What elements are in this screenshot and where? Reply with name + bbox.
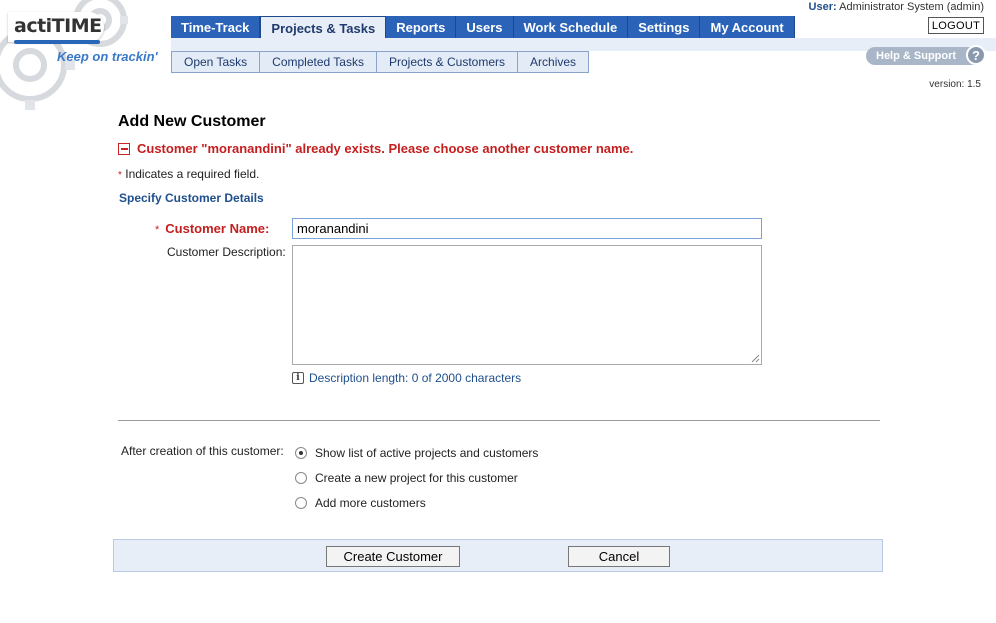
help-support-label: Help & Support: [876, 50, 957, 62]
subtab-archives[interactable]: Archives: [518, 51, 590, 73]
required-star-icon: *: [155, 224, 160, 236]
tab-projects-tasks[interactable]: Projects & Tasks: [260, 16, 387, 39]
tagline: Keep on trackin': [57, 49, 158, 64]
option-create-project-label: Create a new project for this customer: [315, 471, 518, 485]
customer-name-input[interactable]: [292, 218, 762, 239]
user-info: User: Administrator System (admin): [809, 1, 984, 13]
tab-my-account[interactable]: My Account: [700, 16, 795, 38]
logout-button[interactable]: LOGOUT: [928, 17, 984, 34]
customer-description-textarea[interactable]: [292, 245, 762, 365]
radio-show-list[interactable]: [295, 447, 307, 459]
radio-add-more[interactable]: [295, 497, 307, 509]
section-title: Specify Customer Details: [119, 191, 264, 205]
resize-grip-icon[interactable]: [751, 354, 760, 363]
user-name: Administrator System (admin): [839, 1, 984, 13]
tab-reports[interactable]: Reports: [386, 16, 457, 38]
customer-description-label: Customer Description:: [167, 245, 286, 259]
sub-nav: Open Tasks Completed Tasks Projects & Cu…: [171, 51, 590, 73]
help-icon: ?: [966, 45, 986, 65]
option-create-project[interactable]: Create a new project for this customer: [295, 471, 518, 485]
tab-settings[interactable]: Settings: [628, 16, 701, 38]
tab-users[interactable]: Users: [456, 16, 514, 38]
logo: actiTIME: [14, 15, 102, 37]
tab-work-schedule[interactable]: Work Schedule: [513, 16, 629, 38]
logo-swoosh: [14, 40, 100, 44]
required-note-text: Indicates a required field.: [121, 167, 260, 181]
required-note: * Indicates a required field.: [118, 167, 259, 181]
description-length: i Description length: 0 of 2000 characte…: [292, 371, 521, 385]
error-minus-icon: [118, 142, 130, 155]
tab-time-track[interactable]: Time-Track: [171, 16, 261, 38]
page-title: Add New Customer: [118, 113, 266, 130]
option-add-more-label: Add more customers: [315, 496, 426, 510]
radio-create-project[interactable]: [295, 472, 307, 484]
user-label: User:: [808, 1, 837, 13]
customer-name-label-text: Customer Name:: [165, 221, 270, 236]
customer-name-label: * Customer Name:: [155, 221, 269, 236]
after-creation-label: After creation of this customer:: [121, 444, 284, 458]
option-add-more[interactable]: Add more customers: [295, 496, 426, 510]
error-text: Customer "moranandini" already exists. P…: [137, 141, 634, 156]
cancel-button[interactable]: Cancel: [568, 546, 670, 567]
error-message: Customer "moranandini" already exists. P…: [118, 141, 633, 156]
button-bar: Create Customer Cancel: [113, 539, 883, 572]
create-customer-button[interactable]: Create Customer: [326, 546, 460, 567]
option-show-list-label: Show list of active projects and custome…: [315, 446, 539, 460]
subtab-open-tasks[interactable]: Open Tasks: [171, 51, 261, 73]
description-length-text: Description length: 0 of 2000 characters: [309, 371, 522, 385]
divider: [118, 420, 880, 421]
subtab-completed-tasks[interactable]: Completed Tasks: [260, 51, 377, 73]
help-support-button[interactable]: Help & Support ?: [866, 45, 986, 65]
option-show-list[interactable]: Show list of active projects and custome…: [295, 446, 538, 460]
version-label: version: 1.5: [929, 79, 981, 90]
logo-area: actiTIME Keep on trackin': [0, 0, 170, 120]
subtab-projects-customers[interactable]: Projects & Customers: [376, 51, 519, 73]
info-icon: i: [292, 372, 304, 384]
main-nav: Time-Track Projects & Tasks Reports User…: [171, 16, 795, 39]
